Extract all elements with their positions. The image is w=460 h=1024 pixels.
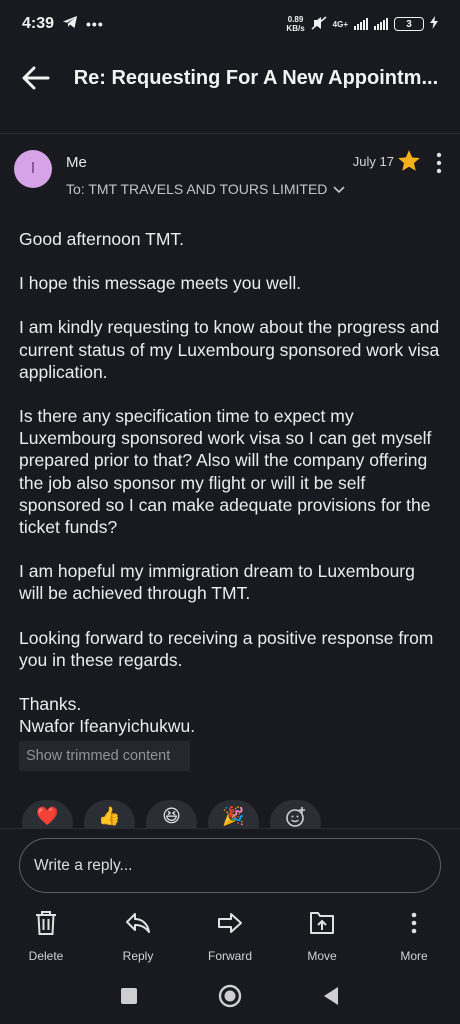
show-trimmed-content-button[interactable]: Show trimmed content bbox=[19, 741, 190, 771]
move-button[interactable]: Move bbox=[276, 905, 368, 967]
body-paragraph: Looking forward to receiving a positive … bbox=[19, 627, 434, 670]
body-paragraph: I am hopeful my immigration dream to Lux… bbox=[19, 561, 415, 604]
signature: Nwafor Ifeanyichukwu. bbox=[19, 716, 196, 737]
reply-input[interactable]: Write a reply... bbox=[19, 838, 441, 893]
forward-icon bbox=[216, 909, 244, 937]
more-button[interactable]: More bbox=[368, 905, 460, 967]
back-nav-icon[interactable] bbox=[322, 986, 340, 1011]
network-type: 4G+ bbox=[332, 19, 348, 29]
net-speed: 0.89 KB/s bbox=[286, 15, 305, 33]
star-icon[interactable] bbox=[396, 148, 422, 174]
reply-placeholder: Write a reply... bbox=[34, 856, 133, 874]
body-paragraph: I hope this message meets you well. bbox=[19, 273, 302, 294]
back-arrow-icon[interactable] bbox=[20, 62, 52, 94]
charging-icon bbox=[430, 16, 438, 32]
avatar: I bbox=[14, 150, 52, 188]
delete-button[interactable]: Delete bbox=[0, 905, 92, 967]
app-bar: Re: Requesting For A New Appointm... bbox=[0, 48, 460, 108]
message-date: July 17 bbox=[352, 154, 394, 169]
closing: Thanks. bbox=[19, 694, 82, 715]
more-notifications-icon: ••• bbox=[86, 16, 104, 32]
message-header[interactable]: I Me To: TMT TRAVELS AND TOURS LIMITED J… bbox=[14, 148, 446, 208]
message-menu-icon[interactable] bbox=[432, 150, 446, 176]
mute-icon bbox=[311, 15, 327, 33]
reaction-bar: ❤️ 👍 😆 🎉 bbox=[22, 800, 321, 828]
sender-name: Me bbox=[66, 154, 87, 171]
recipient-line[interactable]: To: TMT TRAVELS AND TOURS LIMITED bbox=[66, 181, 345, 197]
message-body: Good afternoon TMT. I hope this message … bbox=[19, 228, 444, 737]
reply-button[interactable]: Reply bbox=[92, 905, 184, 967]
add-reaction-icon bbox=[285, 806, 307, 828]
signal-icon-2 bbox=[374, 18, 388, 30]
status-bar: 4:39 ••• 0.89 KB/s 4G+ 3 bbox=[0, 0, 460, 48]
system-nav-bar bbox=[0, 972, 460, 1024]
status-time: 4:39 bbox=[22, 15, 55, 32]
telegram-icon bbox=[62, 15, 78, 34]
forward-label: Forward bbox=[207, 949, 252, 963]
forward-button[interactable]: Forward bbox=[184, 905, 276, 967]
email-subject: Re: Requesting For A New Appointm... bbox=[73, 66, 439, 89]
more-label: More bbox=[400, 949, 428, 963]
home-icon[interactable] bbox=[218, 984, 242, 1013]
reaction-thumbs-up[interactable]: 👍 bbox=[84, 800, 135, 828]
recents-icon[interactable] bbox=[120, 987, 138, 1010]
move-icon bbox=[308, 909, 336, 937]
reply-label: Reply bbox=[122, 949, 154, 963]
body-paragraph: Is there any specification time to expec… bbox=[19, 406, 432, 538]
reaction-party[interactable]: 🎉 bbox=[208, 800, 259, 828]
reaction-heart[interactable]: ❤️ bbox=[22, 800, 73, 828]
recipient-text: To: TMT TRAVELS AND TOURS LIMITED bbox=[66, 181, 328, 197]
signal-icon bbox=[354, 18, 368, 30]
body-paragraph: I am kindly requesting to know about the… bbox=[19, 317, 440, 382]
more-icon bbox=[400, 909, 428, 937]
chevron-down-icon[interactable] bbox=[333, 181, 345, 197]
add-reaction-button[interactable] bbox=[270, 800, 321, 828]
delete-label: Delete bbox=[28, 949, 64, 963]
move-label: Move bbox=[307, 949, 337, 963]
reaction-laugh[interactable]: 😆 bbox=[146, 800, 197, 828]
reply-icon bbox=[124, 909, 152, 937]
trash-icon bbox=[32, 909, 60, 937]
header-divider bbox=[0, 133, 460, 134]
battery-icon: 3 bbox=[394, 17, 424, 31]
greeting: Good afternoon TMT. bbox=[19, 229, 185, 249]
reactions-divider bbox=[0, 828, 460, 829]
action-bar: Delete Reply Forward Move More bbox=[0, 905, 460, 967]
